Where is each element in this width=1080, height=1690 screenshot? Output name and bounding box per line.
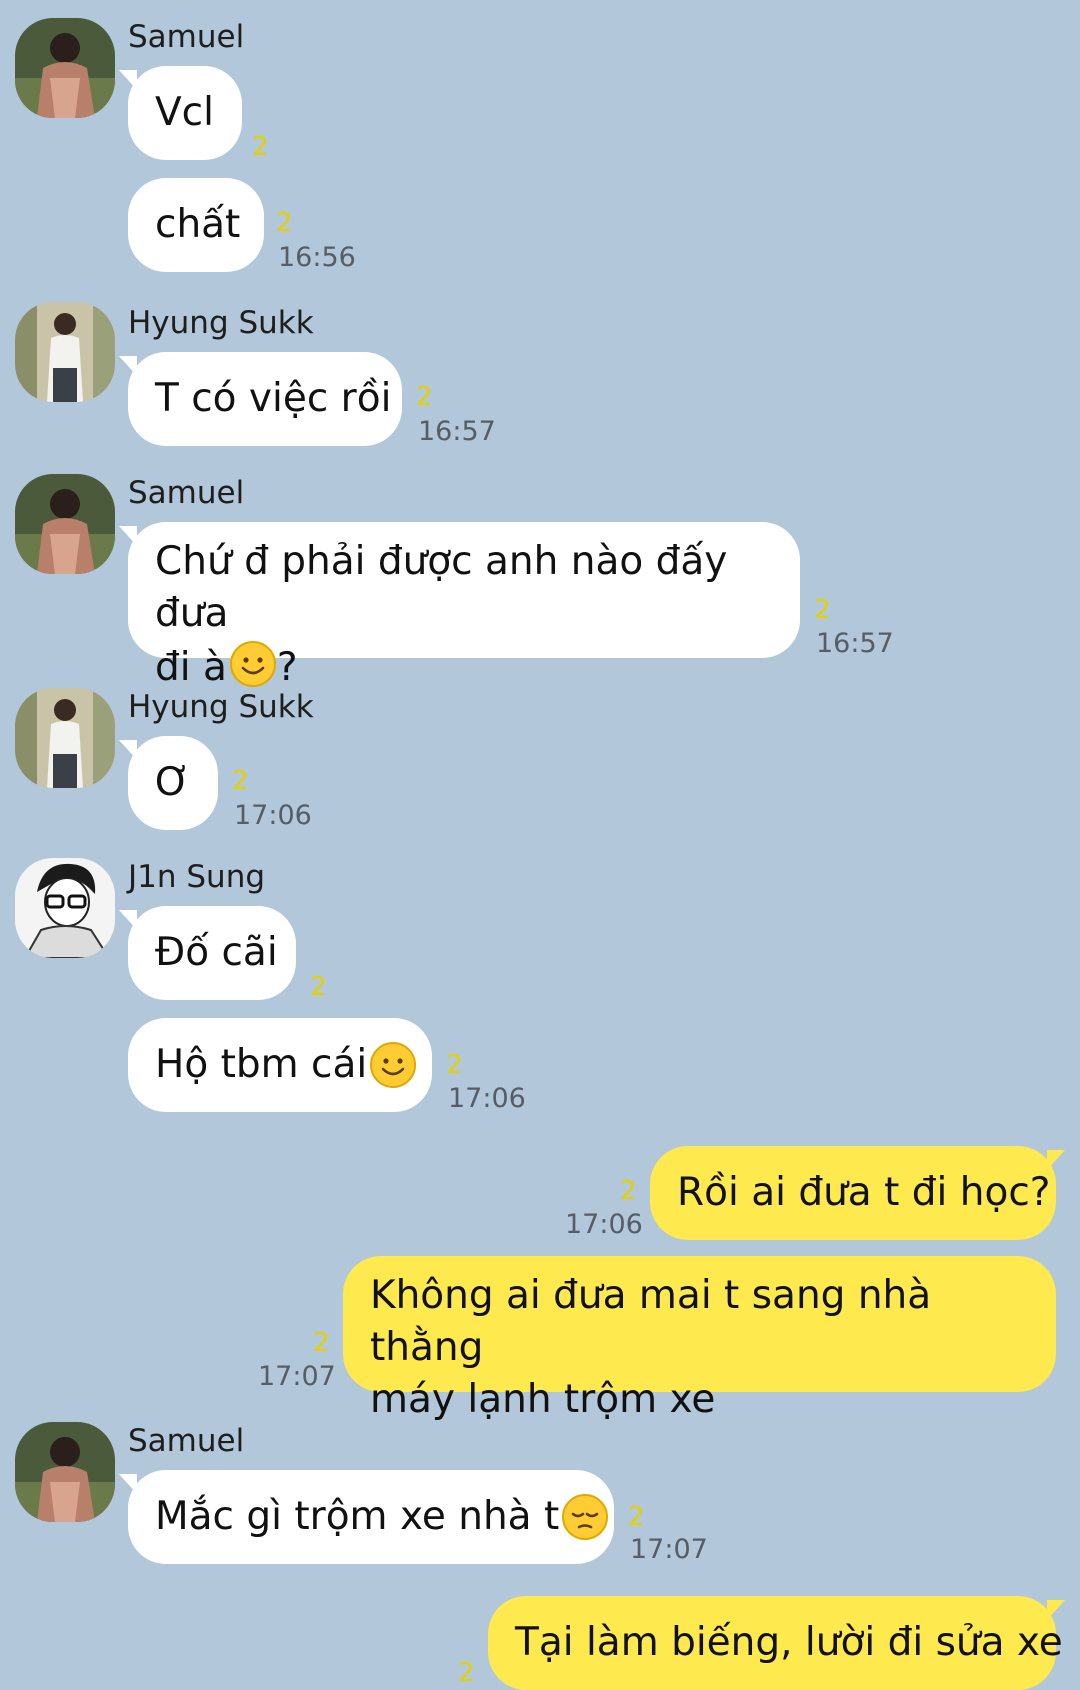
- message-bubble[interactable]: Vcl: [119, 66, 242, 160]
- message-timestamp: 17:06: [234, 800, 312, 831]
- message-timestamp: 17:07: [630, 1534, 708, 1565]
- message-bubble-outgoing[interactable]: Không ai đưa mai t sang nhà thằng máy lạ…: [343, 1256, 1056, 1422]
- avatar-samuel[interactable]: [15, 474, 115, 574]
- message-timestamp: 17:06: [565, 1209, 643, 1240]
- avatar-hyung-sukk[interactable]: [15, 302, 115, 402]
- message-timestamp: 16:56: [278, 242, 356, 273]
- message-text: Đố cãi: [155, 930, 278, 975]
- unread-count: 2: [310, 972, 327, 1002]
- message-text-line: đi à?: [155, 640, 773, 694]
- avatar-samuel[interactable]: [15, 1422, 115, 1522]
- sender-name: Samuel: [128, 1423, 245, 1459]
- message-text: Rồi ai đưa t đi học?: [677, 1170, 1051, 1215]
- message-bubble[interactable]: Đố cãi: [119, 906, 296, 1000]
- message-text-line: máy lạnh trộm xe: [370, 1377, 716, 1422]
- unread-count: 2: [814, 595, 831, 625]
- message-text: Tại làm biếng, lười đi sửa xe: [515, 1620, 1063, 1665]
- message-text: T có việc rồi: [155, 376, 392, 421]
- avatar-samuel[interactable]: [15, 18, 115, 118]
- unread-count: 2: [313, 1328, 330, 1358]
- message-bubble[interactable]: Hộ tbm cái: [128, 1018, 432, 1112]
- unread-count: 2: [276, 208, 293, 238]
- pensive-emoji-icon: [561, 1493, 609, 1541]
- message-text: Mắc gì trộm xe nhà t: [155, 1494, 560, 1539]
- unread-count: 2: [416, 382, 433, 412]
- message-timestamp: 16:57: [418, 416, 496, 447]
- avatar-j1n-sung[interactable]: [15, 858, 115, 958]
- avatar-hyung-sukk[interactable]: [15, 688, 115, 788]
- message-bubble[interactable]: T có việc rồi: [119, 352, 402, 446]
- message-bubble[interactable]: chất: [128, 178, 264, 272]
- message-text: Ơ: [155, 760, 191, 805]
- message-bubble[interactable]: Ơ: [119, 736, 218, 830]
- message-text-line: Chứ đ phải được anh nào đấy đưa: [155, 539, 728, 636]
- message-bubble[interactable]: Mắc gì trộm xe nhà t: [119, 1470, 614, 1564]
- message-timestamp: 17:06: [448, 1083, 526, 1114]
- message-text-line: Không ai đưa mai t sang nhà thằng: [370, 1273, 932, 1370]
- message-text: Vcl: [155, 90, 214, 135]
- unread-count: 2: [446, 1050, 463, 1080]
- unread-count: 2: [252, 132, 269, 162]
- message-bubble[interactable]: Chứ đ phải được anh nào đấy đưa đi à?: [119, 522, 800, 690]
- sender-name: Hyung Sukk: [128, 305, 314, 341]
- sender-name: J1n Sung: [128, 859, 266, 895]
- smile-emoji-icon: [229, 640, 277, 688]
- sender-name: Samuel: [128, 475, 245, 511]
- sender-name: Hyung Sukk: [128, 689, 314, 725]
- message-text: Hộ tbm cái: [155, 1042, 368, 1087]
- message-bubble-outgoing[interactable]: Rồi ai đưa t đi học?: [650, 1146, 1065, 1240]
- unread-count: 2: [620, 1176, 637, 1206]
- sender-name: Samuel: [128, 19, 245, 55]
- chat-message-list[interactable]: Samuel Vcl 2 chất 2 16:56 Hyung Sukk T c…: [0, 0, 1080, 1690]
- unread-count: 2: [458, 1658, 475, 1688]
- unread-count: 2: [232, 766, 249, 796]
- smile-emoji-icon: [369, 1041, 417, 1089]
- unread-count: 2: [628, 1502, 645, 1532]
- message-bubble-outgoing[interactable]: Tại làm biếng, lười đi sửa xe: [488, 1596, 1065, 1690]
- message-timestamp: 17:07: [258, 1361, 336, 1392]
- message-text: chất: [155, 202, 241, 247]
- message-timestamp: 16:57: [816, 628, 894, 659]
